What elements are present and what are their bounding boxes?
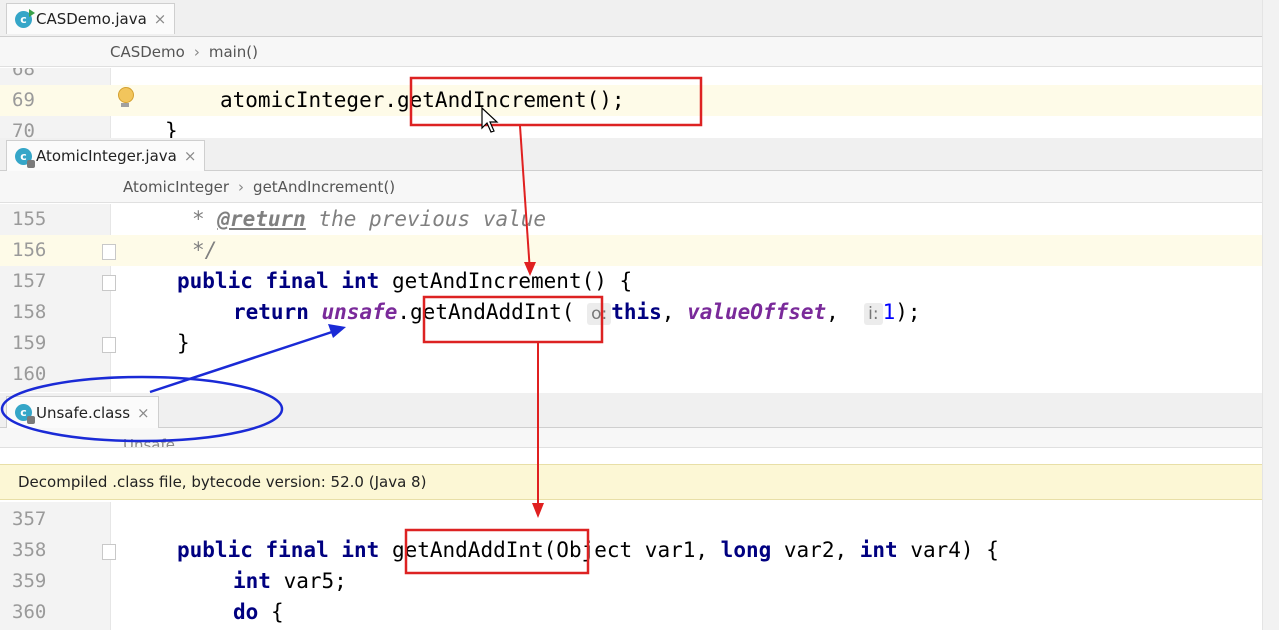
chevron-right-icon: › — [193, 42, 200, 61]
tab-label: AtomicInteger.java — [36, 147, 177, 165]
line-number: 360 — [12, 601, 47, 623]
breadcrumb-method[interactable]: getAndIncrement() — [253, 178, 395, 196]
dot: . — [397, 300, 411, 324]
keyword: public final int — [177, 269, 392, 293]
banner-text: Decompiled .class file, bytecode version… — [18, 473, 427, 491]
tab-label: Unsafe.class — [36, 403, 131, 422]
line-number: 157 — [12, 270, 47, 292]
method-name[interactable]: getAndAddInt — [392, 538, 544, 562]
close-icon[interactable]: × — [184, 147, 197, 165]
library-class-icon: c — [15, 404, 35, 424]
number-literal: 1 — [882, 300, 896, 324]
tab-casdemo-java[interactable]: c CASDemo.java × — [6, 3, 176, 34]
editor-atomicinteger[interactable]: 155 * @return the previous value 156 */ … — [0, 204, 1262, 392]
params: var2, — [771, 538, 860, 562]
tab-label: CASDemo.java — [36, 10, 147, 28]
tab-atomicinteger-java[interactable]: c AtomicInteger.java × — [6, 140, 206, 171]
code-line: 68 — [0, 68, 1262, 85]
keyword: public final int — [177, 538, 392, 562]
breadcrumb: AtomicInteger › getAndIncrement() — [0, 171, 1262, 203]
statement-end: ); — [895, 300, 921, 324]
breadcrumb-class[interactable]: Unsafe — [123, 436, 175, 447]
comment-text: * — [192, 207, 218, 231]
code-line: 156 */ — [0, 235, 1262, 266]
line-number: 156 — [12, 239, 47, 261]
code-line: 157 public final int getAndIncrement() { — [0, 266, 1262, 297]
close-icon[interactable]: × — [154, 10, 167, 28]
field-name[interactable]: unsafe — [322, 300, 398, 324]
breadcrumb-method[interactable]: main() — [209, 43, 258, 61]
line-number: 357 — [12, 508, 47, 530]
code-text: } — [177, 331, 190, 355]
paren: ( — [561, 300, 575, 324]
code-line: 359 int var5; — [0, 566, 1262, 597]
tabbar-atomicinteger: c AtomicInteger.java × — [0, 138, 1262, 171]
close-icon[interactable]: × — [137, 404, 150, 422]
comment-text: the previous value — [305, 207, 547, 231]
java-class-icon: c — [15, 8, 35, 28]
code-line: 358 public final int getAndAddInt(Object… — [0, 535, 1262, 566]
line-number: 359 — [12, 570, 47, 592]
parameter-hint: o: — [587, 303, 612, 325]
line-number: 155 — [12, 208, 47, 230]
lightbulb-icon[interactable] — [118, 87, 134, 107]
fold-marker-icon[interactable] — [102, 244, 116, 260]
keyword: long — [720, 538, 772, 562]
code-line: 70 } — [0, 116, 1262, 138]
chevron-right-icon: › — [238, 177, 245, 196]
tabbar-unsafe: c Unsafe.class × — [0, 393, 1262, 428]
breadcrumb: Unsafe — [0, 428, 1262, 448]
line-number: 158 — [12, 301, 47, 323]
line-number: 68 — [12, 68, 35, 80]
decompiled-banner: Decompiled .class file, bytecode version… — [0, 464, 1262, 500]
code-line: 160 — [0, 359, 1262, 390]
code-line: 159 } — [0, 328, 1262, 359]
breadcrumb-class[interactable]: AtomicInteger — [123, 178, 229, 196]
keyword: int — [859, 538, 898, 562]
keyword: return — [233, 300, 322, 324]
keyword: this — [611, 300, 662, 324]
line-number: 69 — [12, 89, 35, 111]
comment-text: */ — [192, 238, 218, 262]
code-line: 360 do { — [0, 597, 1262, 628]
code-text: var5; — [270, 569, 347, 593]
javadoc-tag: @return — [217, 207, 306, 231]
params: var4) { — [897, 538, 999, 562]
line-number: 70 — [12, 120, 35, 138]
field-name[interactable]: valueOffset — [687, 300, 826, 324]
line-number: 358 — [12, 539, 47, 561]
breadcrumb-class[interactable]: CASDemo — [110, 43, 185, 61]
code-text: } — [165, 119, 178, 138]
library-class-icon: c — [15, 147, 35, 168]
keyword: do — [233, 600, 259, 624]
editor-unsafe[interactable]: 357 358 public final int getAndAddInt(Ob… — [0, 502, 1262, 630]
params: (Object var1, — [543, 538, 721, 562]
tab-unsafe-class[interactable]: c Unsafe.class × — [6, 396, 159, 428]
comma: , — [826, 300, 852, 324]
code-line: 158 return unsafe.getAndAddInt( o: this, … — [0, 297, 1262, 328]
keyword: int — [233, 569, 271, 593]
line-number: 160 — [12, 363, 47, 385]
breadcrumb: CASDemo › main() — [0, 37, 1262, 67]
fold-marker-icon[interactable] — [102, 275, 116, 291]
code-line: 155 * @return the previous value — [0, 204, 1262, 235]
code-text: { — [258, 600, 284, 624]
code-line: 69 atomicInteger.getAndIncrement(); — [0, 85, 1262, 116]
fold-marker-icon[interactable] — [102, 544, 116, 560]
parameter-hint: i: — [864, 303, 883, 325]
editor-casdemo[interactable]: 68 69 atomicInteger.getAndIncrement(); 7… — [0, 68, 1262, 138]
comma: , — [661, 300, 688, 324]
method-call[interactable]: getAndAddInt — [410, 300, 562, 324]
tabbar-casdemo: c CASDemo.java × — [0, 0, 1262, 37]
code-text[interactable]: atomicInteger.getAndIncrement(); — [220, 88, 625, 112]
fold-marker-icon[interactable] — [102, 337, 116, 353]
code-line: 357 — [0, 504, 1262, 535]
editor-scrollbar-strip[interactable] — [1262, 0, 1279, 630]
line-number: 159 — [12, 332, 47, 354]
method-signature[interactable]: getAndIncrement() { — [392, 269, 632, 293]
